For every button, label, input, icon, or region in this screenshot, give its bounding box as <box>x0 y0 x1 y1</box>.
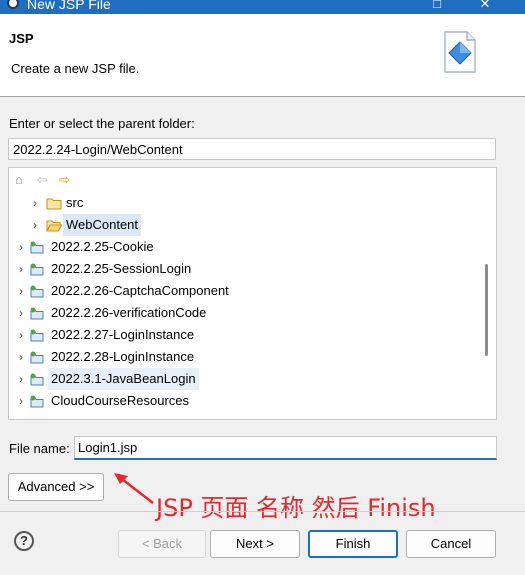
tree-scrollbar[interactable] <box>485 264 488 356</box>
next-button[interactable]: Next > <box>210 530 300 558</box>
expand-arrow-icon[interactable]: › <box>19 368 23 390</box>
folder-tree[interactable]: ⌂ ⇦ ⇨ › src › WebContent › 2022.2.25-Coo… <box>8 167 497 420</box>
tree-item-label: 2022.2.25-SessionLogin <box>51 261 192 276</box>
wizard-heading: JSP <box>9 31 34 46</box>
expand-arrow-icon[interactable]: › <box>33 214 37 236</box>
wizard-header: JSP Create a new JSP file. <box>0 14 525 97</box>
tree-item-label: 2022.2.25-Cookie <box>51 239 154 254</box>
annotation-text: JSP 页面 名称 然后 Finish <box>156 494 436 522</box>
project-icon <box>30 285 44 298</box>
eclipse-icon <box>7 0 19 9</box>
project-icon <box>30 395 44 408</box>
expand-arrow-icon[interactable]: › <box>19 258 23 280</box>
expand-arrow-icon[interactable]: › <box>19 324 23 346</box>
expand-arrow-icon[interactable]: › <box>19 280 23 302</box>
home-icon[interactable]: ⌂ <box>15 171 23 189</box>
annotation-arrow-icon <box>114 473 154 504</box>
parent-folder-label: Enter or select the parent folder: <box>9 116 195 131</box>
tree-item-label: CloudCourseResources <box>51 393 190 408</box>
project-icon <box>30 307 44 320</box>
project-icon <box>30 263 44 276</box>
file-name-label: File name: <box>9 441 70 456</box>
tree-item-label: 2022.2.26-verificationCode <box>51 305 207 320</box>
help-icon[interactable]: ? <box>14 531 34 551</box>
close-button[interactable]: ✕ <box>470 0 500 12</box>
title-bar: New JSP File □ ✕ <box>0 0 525 14</box>
project-icon <box>30 329 44 342</box>
new-file-wizard-icon <box>444 31 476 73</box>
tree-item-label: 2022.3.1-JavaBeanLogin <box>48 368 199 390</box>
back-arrow-icon[interactable]: ⇦ <box>37 171 48 189</box>
expand-arrow-icon[interactable]: › <box>19 236 23 258</box>
project-icon <box>30 241 44 254</box>
forward-arrow-icon[interactable]: ⇨ <box>59 171 70 189</box>
expand-arrow-icon[interactable]: › <box>19 390 23 412</box>
tree-item-label: src <box>66 195 84 210</box>
folder-open-icon <box>46 220 62 232</box>
finish-button[interactable]: Finish <box>308 530 398 558</box>
tree-item-label: WebContent <box>63 214 142 236</box>
wizard-description: Create a new JSP file. <box>11 61 140 76</box>
cancel-button[interactable]: Cancel <box>406 530 496 558</box>
folder-icon <box>46 198 62 210</box>
expand-arrow-icon[interactable]: › <box>33 192 37 214</box>
advanced-button[interactable]: Advanced >> <box>8 473 104 501</box>
expand-arrow-icon[interactable]: › <box>19 346 23 368</box>
back-button[interactable]: < Back <box>118 530 206 558</box>
maximize-button[interactable]: □ <box>422 0 452 12</box>
footer-divider <box>0 511 525 512</box>
tree-item-label: 2022.2.26-CaptchaComponent <box>51 283 229 298</box>
parent-folder-input[interactable] <box>8 138 496 160</box>
expand-arrow-icon[interactable]: › <box>19 302 23 324</box>
project-icon <box>30 373 44 386</box>
file-name-input[interactable] <box>74 436 497 460</box>
tree-item-label: 2022.2.28-LoginInstance <box>51 349 195 364</box>
window-title: New JSP File <box>27 0 111 12</box>
tree-item-label: 2022.2.27-LoginInstance <box>51 327 195 342</box>
project-icon <box>30 351 44 364</box>
